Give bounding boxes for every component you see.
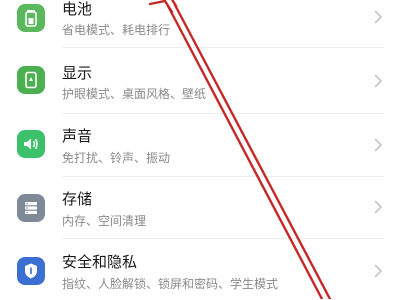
settings-item-storage[interactable]: 存储 内存、空间清理 xyxy=(0,178,400,238)
settings-item-subtitle: 免打扰、铃声、振动 xyxy=(62,151,171,165)
chevron-right-icon xyxy=(374,264,383,278)
chevron-right-icon xyxy=(374,200,383,214)
settings-item-sound[interactable]: 声音 免打扰、铃声、振动 xyxy=(0,115,400,175)
settings-item-title: 显示 xyxy=(62,64,93,82)
display-icon xyxy=(17,66,45,94)
settings-item-title: 声音 xyxy=(62,127,93,145)
battery-icon xyxy=(17,4,45,32)
divider xyxy=(62,113,384,114)
settings-item-subtitle: 内存、空间清理 xyxy=(62,214,147,228)
settings-item-title: 存储 xyxy=(62,190,93,208)
divider xyxy=(62,47,384,48)
divider xyxy=(62,176,384,177)
sound-icon xyxy=(17,130,45,158)
security-icon xyxy=(17,257,45,285)
settings-item-title: 安全和隐私 xyxy=(62,253,138,271)
storage-icon xyxy=(17,194,45,222)
chevron-right-icon xyxy=(374,138,383,152)
settings-item-subtitle: 指纹、人脸解锁、锁屏和密码、学生模式 xyxy=(62,277,279,291)
chevron-right-icon xyxy=(374,10,383,24)
divider xyxy=(62,238,384,239)
chevron-right-icon xyxy=(374,74,383,88)
settings-item-security[interactable]: 安全和隐私 指纹、人脸解锁、锁屏和密码、学生模式 xyxy=(0,240,400,300)
settings-item-display[interactable]: 显示 护眼模式、桌面风格、壁纸 xyxy=(0,50,400,110)
settings-item-title: 电池 xyxy=(62,0,93,18)
settings-item-battery[interactable]: 电池 省电模式、耗电排行 xyxy=(0,0,400,48)
settings-item-subtitle: 省电模式、耗电排行 xyxy=(62,23,171,37)
settings-item-subtitle: 护眼模式、桌面风格、壁纸 xyxy=(62,87,207,101)
